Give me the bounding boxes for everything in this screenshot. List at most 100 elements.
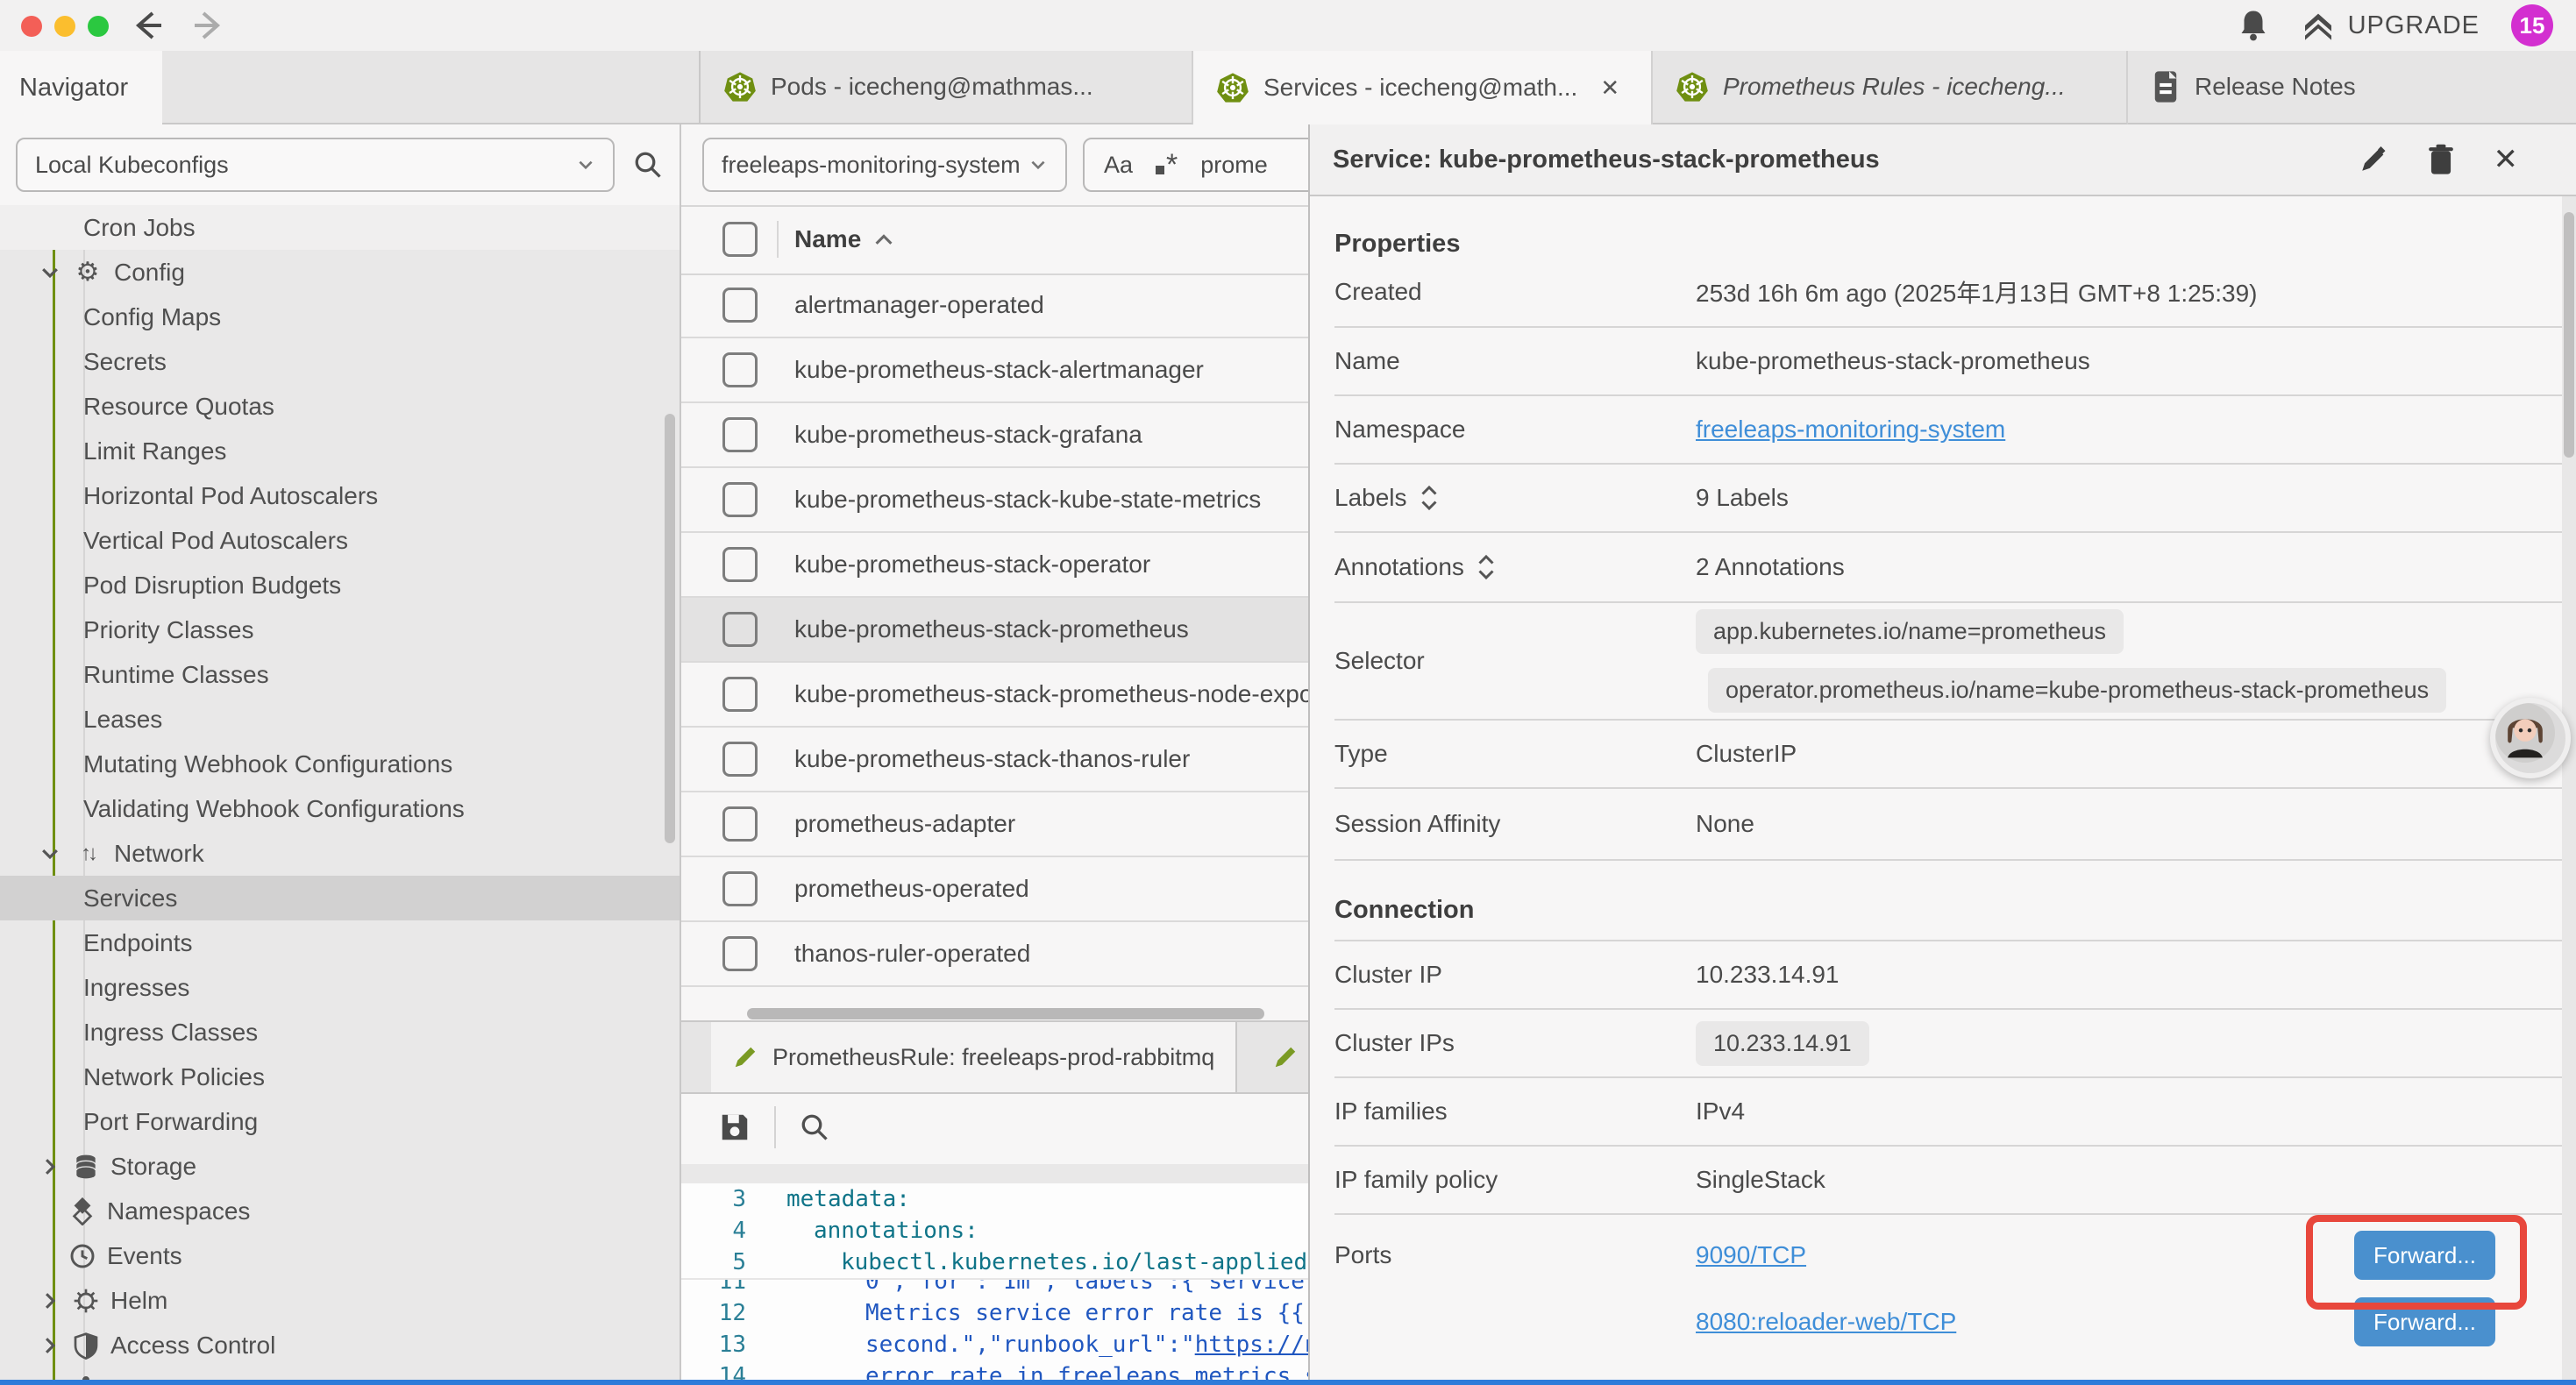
kubeconfig-selector-value: Local Kubeconfigs [35,152,229,179]
close-tab-icon[interactable]: ✕ [1600,75,1619,102]
notification-badge[interactable]: 15 [2511,4,2553,46]
row-checkbox[interactable] [722,742,758,777]
editor-search-icon[interactable] [799,1112,830,1143]
table-row[interactable]: kube-prometheus-stack-operator [681,533,1310,598]
save-icon[interactable] [718,1111,751,1144]
field-label: Name [1334,347,1696,375]
port-link[interactable]: 8080:reloader-web/TCP [1696,1308,1956,1336]
table-row[interactable]: kube-prometheus-stack-grafana [681,403,1310,468]
sidebar-item-custom-resources[interactable]: Custom Resources [0,1367,680,1380]
sidebar-item-helm[interactable]: Helm [0,1278,680,1323]
horizontal-scrollbar[interactable] [747,1008,1264,1019]
match-case-toggle[interactable]: Aa [1104,152,1133,179]
namespace-selector[interactable]: freeleaps-monitoring-system [702,138,1067,192]
sidebar-item-storage[interactable]: Storage [0,1144,680,1189]
sidebar-item-services[interactable]: Services [0,876,680,920]
name-column-header[interactable]: Name [794,225,894,253]
upgrade-button[interactable]: UPGRADE [2301,8,2480,43]
sidebar-item-pod-disruption-budgets[interactable]: Pod Disruption Budgets [0,563,680,607]
assistant-avatar[interactable] [2490,698,2571,778]
sidebar-item-limit-ranges[interactable]: Limit Ranges [0,429,680,473]
service-name: thanos-ruler-operated [794,940,1030,968]
field-cluster-ips: Cluster IPs 10.233.14.91 [1334,1010,2562,1078]
port-link[interactable]: 9090/TCP [1696,1241,1806,1269]
sidebar-item-label: Config Maps [83,303,221,331]
back-icon[interactable] [130,8,165,43]
sidebar-item-config[interactable]: ⚙ Config [0,250,680,295]
tab-strip: Navigator Pods - icecheng@mathmas... Ser… [0,51,2576,124]
close-panel-icon[interactable]: ✕ [2494,142,2519,177]
sidebar-item-network-policies[interactable]: Network Policies [0,1055,680,1099]
sidebar-item-vertical-pod-autoscalers[interactable]: Vertical Pod Autoscalers [0,518,680,563]
tab-services[interactable]: Services - icecheng@math... ✕ [1193,51,1653,124]
row-checkbox[interactable] [722,417,758,452]
row-checkbox[interactable] [722,352,758,387]
sidebar-item-leases[interactable]: Leases [0,697,680,742]
filter-input[interactable]: Aa * prome [1083,138,1310,192]
tab-prometheus-rules[interactable]: Prometheus Rules - icecheng... [1653,51,2128,124]
sidebar-item-mutating-webhook-configurations[interactable]: Mutating Webhook Configurations [0,742,680,786]
select-all-checkbox[interactable] [722,222,758,257]
row-checkbox[interactable] [722,677,758,712]
expand-collapse-icon[interactable] [1477,554,1496,580]
runbook-url-link[interactable]: https://net [1195,1332,1310,1358]
table-row[interactable]: alertmanager-operated [681,273,1310,338]
row-checkbox[interactable] [722,288,758,323]
delete-trash-icon[interactable] [2427,144,2455,175]
table-row-selected[interactable]: kube-prometheus-stack-prometheus [681,598,1310,663]
sidebar-item-resource-quotas[interactable]: Resource Quotas [0,384,680,429]
sidebar-item-cron-jobs[interactable]: Cron Jobs [0,205,680,250]
minimize-window-button[interactable] [54,16,75,37]
sidebar-item-ingress-classes[interactable]: Ingress Classes [0,1010,680,1055]
close-window-button[interactable] [21,16,42,37]
forward-icon[interactable] [191,8,226,43]
sidebar-item-validating-webhook-configurations[interactable]: Validating Webhook Configurations [0,786,680,831]
detail-scrollbar-track[interactable] [2562,196,2576,1380]
edit-pencil-icon[interactable] [2359,145,2388,174]
sidebar-item-access-control[interactable]: Access Control [0,1323,680,1367]
editor-toolbar [681,1090,1310,1166]
table-row[interactable]: prometheus-operated [681,857,1310,922]
yaml-editor[interactable]: 3metadata: 4annotations: 5kubectl.kubern… [681,1183,1310,1380]
row-checkbox[interactable] [722,936,758,971]
sidebar-item-namespaces[interactable]: Namespaces [0,1189,680,1233]
table-row[interactable]: kube-prometheus-stack-thanos-ruler [681,728,1310,792]
namespace-link[interactable]: freeleaps-monitoring-system [1696,416,2005,444]
tab-pods[interactable]: Pods - icecheng@mathmas... [701,51,1193,124]
regex-toggle-icon[interactable]: * [1156,148,1178,182]
field-value[interactable]: 9 Labels [1696,484,1789,512]
sidebar-item-label: Helm [110,1287,167,1315]
sidebar-item-endpoints[interactable]: Endpoints [0,920,680,965]
sidebar-item-priority-classes[interactable]: Priority Classes [0,607,680,652]
tab-release-notes[interactable]: Release Notes [2128,51,2576,124]
sidebar-item-runtime-classes[interactable]: Runtime Classes [0,652,680,697]
sidebar-item-config-maps[interactable]: Config Maps [0,295,680,339]
editor-tab-partial[interactable] [1237,1022,1310,1092]
sidebar-scrollbar[interactable] [665,414,675,843]
field-value[interactable]: 2 Annotations [1696,553,1845,581]
zoom-window-button[interactable] [88,16,109,37]
sidebar-item-network[interactable]: ↑↓ Network [0,831,680,876]
navigator-panel-tab[interactable]: Navigator [0,51,162,124]
table-row[interactable]: kube-prometheus-stack-alertmanager [681,338,1310,403]
row-checkbox[interactable] [722,806,758,842]
table-row[interactable]: kube-prometheus-stack-prometheus-node-ex… [681,663,1310,728]
kubeconfig-selector[interactable]: Local Kubeconfigs [16,138,615,192]
row-checkbox[interactable] [722,482,758,517]
sidebar-search-icon[interactable] [632,149,664,181]
sidebar-item-horizontal-pod-autoscalers[interactable]: Horizontal Pod Autoscalers [0,473,680,518]
row-checkbox[interactable] [722,612,758,647]
sidebar-item-port-forwarding[interactable]: Port Forwarding [0,1099,680,1144]
detail-scrollbar-thumb[interactable] [2564,212,2574,458]
row-checkbox[interactable] [722,871,758,906]
sidebar-item-ingresses[interactable]: Ingresses [0,965,680,1010]
sidebar-item-events[interactable]: Events [0,1233,680,1278]
row-checkbox[interactable] [722,547,758,582]
expand-collapse-icon[interactable] [1420,485,1439,511]
sidebar-item-secrets[interactable]: Secrets [0,339,680,384]
table-row[interactable]: thanos-ruler-operated [681,922,1310,987]
editor-tab-prometheusrule[interactable]: PrometheusRule: freeleaps-prod-rabbitmq [711,1022,1237,1092]
table-row[interactable]: kube-prometheus-stack-kube-state-metrics [681,468,1310,533]
table-row[interactable]: prometheus-adapter [681,792,1310,857]
notifications-bell-icon[interactable] [2238,8,2269,43]
